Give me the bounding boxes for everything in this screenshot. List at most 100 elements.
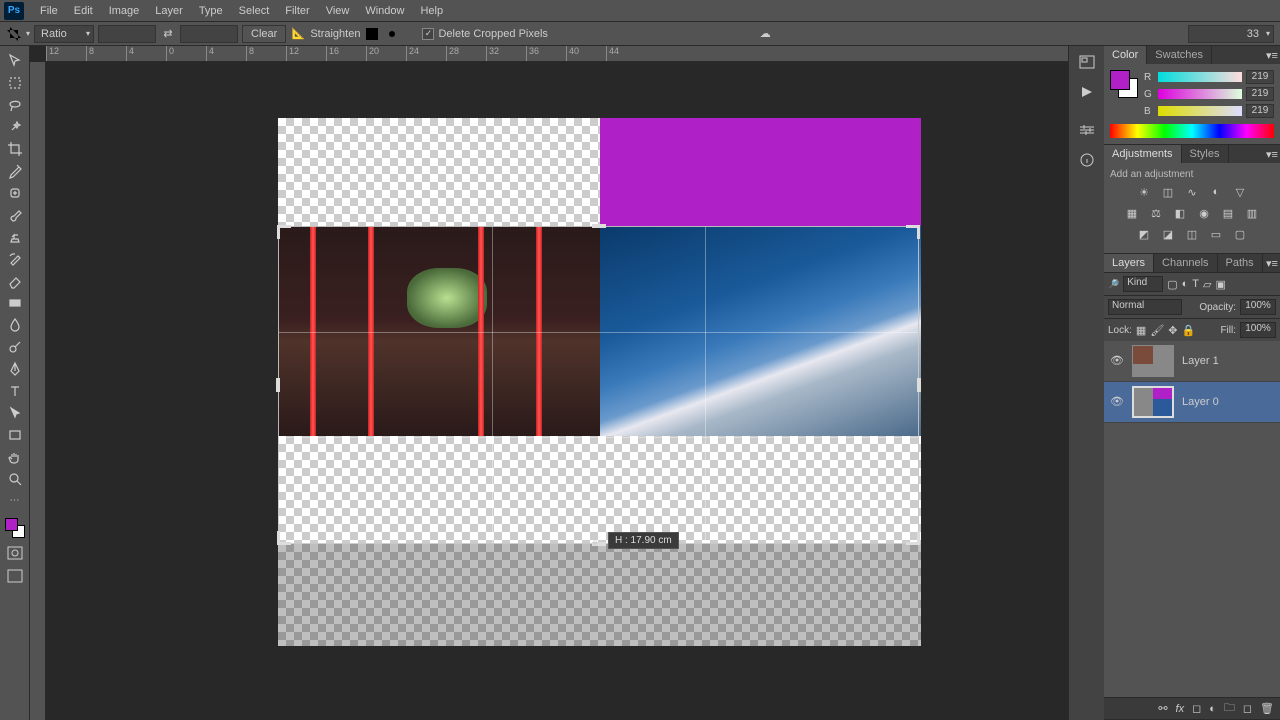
crop-handle-l[interactable] (276, 378, 280, 392)
link-layers-icon[interactable]: ⚯ (1158, 702, 1167, 715)
eraser-tool[interactable] (3, 270, 27, 291)
menu-image[interactable]: Image (101, 5, 148, 17)
blend-mode-dropdown[interactable]: Normal (1108, 299, 1182, 315)
layer-thumbnail[interactable] (1132, 386, 1174, 418)
straighten-icon[interactable]: 📐 (290, 26, 306, 42)
exposure-adj-icon[interactable]: ◐ (1207, 184, 1225, 200)
gradient-tool[interactable] (3, 292, 27, 313)
rectangle-tool[interactable] (3, 424, 27, 445)
foreground-background-color[interactable] (3, 516, 27, 540)
opacity-input[interactable]: 100% (1240, 299, 1276, 315)
photo-filter-adj-icon[interactable]: ◉ (1195, 205, 1213, 221)
layer-row[interactable]: 👁 Layer 1 (1104, 341, 1280, 382)
crop-height-input[interactable] (180, 25, 238, 43)
canvas[interactable]: H : 17.90 cm ⇕ (278, 118, 921, 646)
hue-adj-icon[interactable]: ▦ (1123, 205, 1141, 221)
color-swatch[interactable] (1110, 70, 1138, 98)
r-value[interactable]: 219 (1246, 70, 1274, 84)
dodge-tool[interactable] (3, 336, 27, 357)
lock-all-icon[interactable]: 🔒 (1182, 324, 1196, 337)
lock-pixels-icon[interactable]: 🖌 (1150, 324, 1164, 337)
curves-adj-icon[interactable]: ∿ (1183, 184, 1201, 200)
pen-tool[interactable] (3, 358, 27, 379)
edit-toolbar-icon[interactable]: ⋯ (3, 490, 27, 511)
history-brush-tool[interactable] (3, 248, 27, 269)
menu-edit[interactable]: Edit (66, 5, 101, 17)
menu-type[interactable]: Type (191, 5, 231, 17)
r-slider[interactable] (1158, 72, 1242, 82)
info-panel-icon[interactable] (1075, 150, 1099, 170)
history-panel-icon[interactable] (1075, 52, 1099, 72)
crop-handle-bl[interactable] (277, 531, 291, 545)
adjustments-panel-menu-icon[interactable]: ▾≡ (1264, 145, 1280, 163)
cloud-sync-icon[interactable]: ☁ (757, 26, 773, 42)
layer-visibility-icon[interactable]: 👁 (1110, 354, 1124, 368)
new-layer-icon[interactable]: ◻ (1243, 702, 1252, 715)
selective-color-adj-icon[interactable]: ▢ (1231, 226, 1249, 242)
levels-adj-icon[interactable]: ◫ (1159, 184, 1177, 200)
channel-mixer-adj-icon[interactable]: ▤ (1219, 205, 1237, 221)
tab-color[interactable]: Color (1104, 46, 1147, 64)
healing-brush-tool[interactable] (3, 182, 27, 203)
crop-width-input[interactable] (98, 25, 156, 43)
layer-thumbnail[interactable] (1132, 345, 1174, 377)
actions-panel-icon[interactable] (1075, 82, 1099, 102)
filter-type-icon[interactable]: T (1192, 278, 1199, 290)
tab-layers[interactable]: Layers (1104, 254, 1154, 272)
crop-handle-t[interactable] (592, 224, 606, 228)
layers-panel-menu-icon[interactable]: ▾≡ (1264, 254, 1280, 272)
screen-mode-icon[interactable] (3, 566, 27, 586)
tab-paths[interactable]: Paths (1218, 254, 1263, 272)
aspect-ratio-dropdown[interactable]: Ratio (34, 25, 94, 43)
layer-visibility-icon[interactable]: 👁 (1110, 395, 1124, 409)
new-group-icon[interactable]: 🗀 (1224, 699, 1235, 718)
layer-row[interactable]: 👁 Layer 0 (1104, 382, 1280, 423)
zoom-level-input[interactable]: 33 (1188, 25, 1274, 43)
clear-button[interactable]: Clear (242, 25, 286, 43)
menu-view[interactable]: View (318, 5, 358, 17)
tab-channels[interactable]: Channels (1154, 254, 1217, 272)
gradient-map-adj-icon[interactable]: ▭ (1207, 226, 1225, 242)
crop-handle-br[interactable] (906, 531, 920, 545)
overlay-grid-icon[interactable] (364, 26, 380, 42)
b-slider[interactable] (1158, 106, 1242, 116)
layer-name[interactable]: Layer 0 (1182, 396, 1219, 408)
fill-input[interactable]: 100% (1240, 322, 1276, 338)
menu-filter[interactable]: Filter (277, 5, 317, 17)
crop-handle-tl[interactable] (277, 225, 291, 239)
marquee-tool[interactable] (3, 72, 27, 93)
layer-filter-kind[interactable]: Kind (1123, 276, 1163, 292)
menu-window[interactable]: Window (357, 5, 412, 17)
move-tool[interactable] (3, 50, 27, 71)
menu-layer[interactable]: Layer (147, 5, 191, 17)
crop-settings-icon[interactable] (384, 26, 400, 42)
document-area[interactable]: 1284048121620242832364044 (30, 46, 1068, 720)
lock-transparency-icon[interactable]: ▦ (1136, 324, 1146, 337)
clone-stamp-tool[interactable] (3, 226, 27, 247)
bw-adj-icon[interactable]: ◧ (1171, 205, 1189, 221)
color-spectrum[interactable] (1110, 124, 1274, 138)
quick-mask-icon[interactable] (3, 543, 27, 563)
filter-shape-icon[interactable]: ▱ (1203, 278, 1211, 291)
new-adjustment-layer-icon[interactable]: ◐ (1209, 703, 1216, 715)
color-lookup-adj-icon[interactable]: ▥ (1243, 205, 1261, 221)
lasso-tool[interactable] (3, 94, 27, 115)
posterize-adj-icon[interactable]: ◪ (1159, 226, 1177, 242)
blur-tool[interactable] (3, 314, 27, 335)
menu-help[interactable]: Help (412, 5, 451, 17)
delete-layer-icon[interactable]: 🗑 (1260, 702, 1274, 715)
g-value[interactable]: 219 (1246, 87, 1274, 101)
tab-adjustments[interactable]: Adjustments (1104, 145, 1182, 163)
zoom-tool[interactable] (3, 468, 27, 489)
vibrance-adj-icon[interactable]: ▽ (1231, 184, 1249, 200)
filter-smart-icon[interactable]: ▣ (1215, 278, 1225, 291)
tab-swatches[interactable]: Swatches (1147, 46, 1212, 64)
properties-panel-icon[interactable] (1075, 120, 1099, 140)
layer-style-icon[interactable]: fx (1176, 703, 1185, 715)
menu-select[interactable]: Select (231, 5, 278, 17)
filter-pixel-icon[interactable]: ▢ (1167, 278, 1177, 291)
delete-cropped-checkbox[interactable]: ✓ (422, 28, 434, 40)
menu-file[interactable]: File (32, 5, 66, 17)
type-tool[interactable] (3, 380, 27, 401)
hand-tool[interactable] (3, 446, 27, 467)
